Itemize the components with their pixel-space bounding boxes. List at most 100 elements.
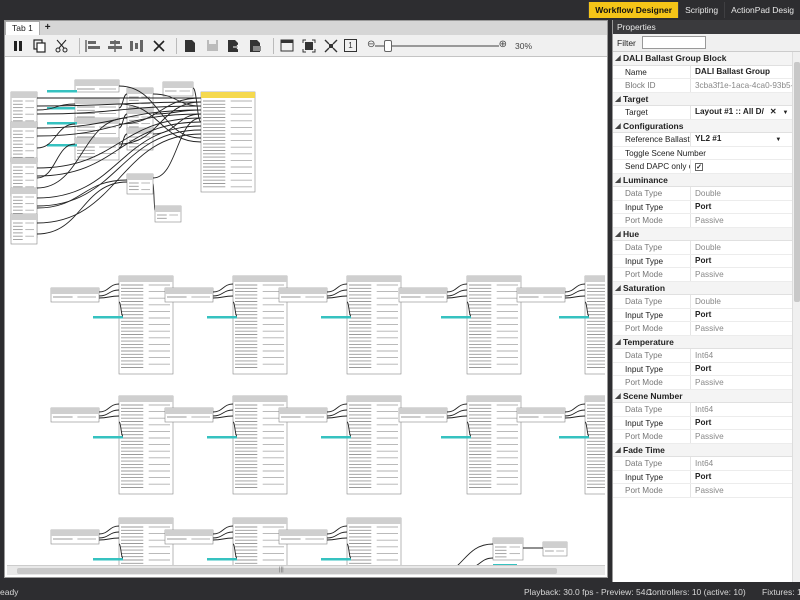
- collapse-icon[interactable]: ◢: [613, 338, 623, 346]
- workflow-node-header[interactable]: [347, 276, 401, 282]
- highlight-bar[interactable]: [93, 558, 123, 561]
- collapse-icon[interactable]: ◢: [613, 95, 623, 103]
- property-row-input-type[interactable]: Input Type Port: [613, 362, 800, 376]
- property-row-port-mode[interactable]: Port Mode Passive: [613, 214, 800, 228]
- workflow-node-header[interactable]: [585, 276, 605, 282]
- property-value[interactable]: Layout #1 :: All D/ ✕ ▼: [691, 105, 800, 120]
- workflow-node-header[interactable]: [11, 158, 37, 164]
- group-channel[interactable]: ◢ Temperature: [613, 335, 800, 349]
- property-value[interactable]: YL2 #1 ▼: [691, 132, 800, 147]
- property-row-target[interactable]: Target Layout #1 :: All D/ ✕ ▼: [613, 106, 800, 120]
- highlight-bar[interactable]: [441, 436, 471, 439]
- property-row-data-type[interactable]: Data Type Int64: [613, 349, 800, 363]
- workflow-node-header[interactable]: [119, 518, 173, 524]
- collapse-icon[interactable]: ◢: [613, 122, 623, 130]
- property-row-input-type[interactable]: Input Type Port: [613, 308, 800, 322]
- pause-button[interactable]: [9, 37, 27, 55]
- workflow-node-header[interactable]: [347, 518, 401, 524]
- group-channel[interactable]: ◢ Hue: [613, 227, 800, 241]
- property-value[interactable]: Passive: [691, 484, 800, 497]
- workflow-node-header[interactable]: [233, 276, 287, 282]
- add-tab-button[interactable]: +: [40, 21, 56, 35]
- new-document-button[interactable]: [181, 37, 199, 55]
- property-row-data-type[interactable]: Data Type Int64: [613, 403, 800, 417]
- property-value[interactable]: Double: [691, 295, 800, 308]
- property-value[interactable]: DALI Ballast Group: [691, 65, 800, 78]
- copy-button[interactable]: [31, 37, 49, 55]
- align-center-button[interactable]: [106, 37, 124, 55]
- property-value[interactable]: Port: [691, 362, 800, 375]
- actual-size-button[interactable]: 1: [344, 39, 357, 52]
- workflow-node-header[interactable]: [119, 276, 173, 282]
- workflow-node-header[interactable]: [11, 122, 37, 128]
- workflow-node-header[interactable]: [127, 174, 153, 180]
- property-row-input-type[interactable]: Input Type Port: [613, 416, 800, 430]
- property-row-send-dapc[interactable]: Send DAPC only on Lu ✓: [613, 160, 800, 174]
- fit-selection-button[interactable]: [300, 37, 318, 55]
- property-value[interactable]: Double: [691, 241, 800, 254]
- fit-all-button[interactable]: [322, 37, 340, 55]
- save-button[interactable]: [203, 37, 221, 55]
- workflow-node-header[interactable]: [75, 80, 119, 86]
- property-row-data-type[interactable]: Data Type Int64: [613, 457, 800, 471]
- import-button[interactable]: [225, 37, 243, 55]
- workflow-node-header[interactable]: [493, 538, 523, 544]
- collapse-icon[interactable]: ◢: [613, 284, 623, 292]
- property-value[interactable]: Port: [691, 470, 800, 483]
- property-row-data-type[interactable]: Data Type Double: [613, 295, 800, 309]
- workflow-node-header[interactable]: [279, 288, 327, 294]
- group-channel[interactable]: ◢ Fade Time: [613, 443, 800, 457]
- workflow-node-header[interactable]: [517, 408, 565, 414]
- horizontal-scrollbar[interactable]: |||: [7, 565, 605, 575]
- property-value[interactable]: Passive: [691, 322, 800, 335]
- highlight-bar[interactable]: [441, 316, 471, 319]
- workflow-node-header[interactable]: [11, 188, 37, 194]
- workflow-node-header[interactable]: [51, 530, 99, 536]
- delete-button[interactable]: [150, 37, 168, 55]
- workflow-node-header[interactable]: [467, 276, 521, 282]
- group-channel[interactable]: ◢ Luminance: [613, 173, 800, 187]
- collapse-icon[interactable]: ◢: [613, 54, 623, 62]
- property-value[interactable]: Passive: [691, 376, 800, 389]
- vertical-scrollbar-thumb[interactable]: [794, 62, 800, 302]
- property-row-input-type[interactable]: Input Type Port: [613, 200, 800, 214]
- property-row-reference-ballast[interactable]: Reference Ballast YL2 #1 ▼: [613, 133, 800, 147]
- property-value[interactable]: 3cba3f1e-1aca-4ca0-93b5-: [691, 79, 800, 92]
- horizontal-scrollbar-thumb[interactable]: [17, 568, 557, 574]
- property-row-toggle-scene[interactable]: Toggle Scene Number: [613, 147, 800, 160]
- workflow-node[interactable]: [346, 517, 402, 565]
- zoom-thumb[interactable]: [384, 39, 392, 52]
- property-row-port-mode[interactable]: Port Mode Passive: [613, 322, 800, 336]
- workflow-node-header[interactable]: [279, 408, 327, 414]
- workflow-node-header[interactable]: [119, 396, 173, 402]
- distribute-button[interactable]: [128, 37, 146, 55]
- workflow-node-header[interactable]: [399, 408, 447, 414]
- workflow-node-header[interactable]: [163, 82, 193, 88]
- vertical-scrollbar[interactable]: [792, 52, 800, 582]
- highlight-bar[interactable]: [207, 316, 237, 319]
- highlight-bar[interactable]: [321, 316, 351, 319]
- property-value[interactable]: Passive: [691, 268, 800, 281]
- property-value[interactable]: Int64: [691, 457, 800, 470]
- workflow-node-header[interactable]: [279, 530, 327, 536]
- grid-toggle-button[interactable]: [278, 37, 296, 55]
- property-value[interactable]: Port: [691, 254, 800, 267]
- workflow-node-header[interactable]: [467, 396, 521, 402]
- workflow-node-header[interactable]: [543, 542, 567, 548]
- tab-scripting[interactable]: Scripting: [678, 2, 724, 18]
- property-value[interactable]: Passive: [691, 430, 800, 443]
- filter-input[interactable]: [641, 36, 706, 49]
- workflow-node-header[interactable]: [11, 214, 37, 220]
- highlight-bar[interactable]: [207, 558, 237, 561]
- property-value[interactable]: Port: [691, 200, 800, 213]
- workflow-node-header[interactable]: [399, 288, 447, 294]
- workflow-node-header[interactable]: [165, 288, 213, 294]
- cut-button[interactable]: [53, 37, 71, 55]
- property-row-input-type[interactable]: Input Type Port: [613, 470, 800, 484]
- property-value[interactable]: Port: [691, 416, 800, 429]
- workflow-node-header[interactable]: [233, 518, 287, 524]
- property-value[interactable]: Port: [691, 308, 800, 321]
- document-tab-1[interactable]: Tab 1: [5, 21, 40, 35]
- property-row-port-mode[interactable]: Port Mode Passive: [613, 484, 800, 498]
- clear-icon[interactable]: ✕: [770, 105, 777, 118]
